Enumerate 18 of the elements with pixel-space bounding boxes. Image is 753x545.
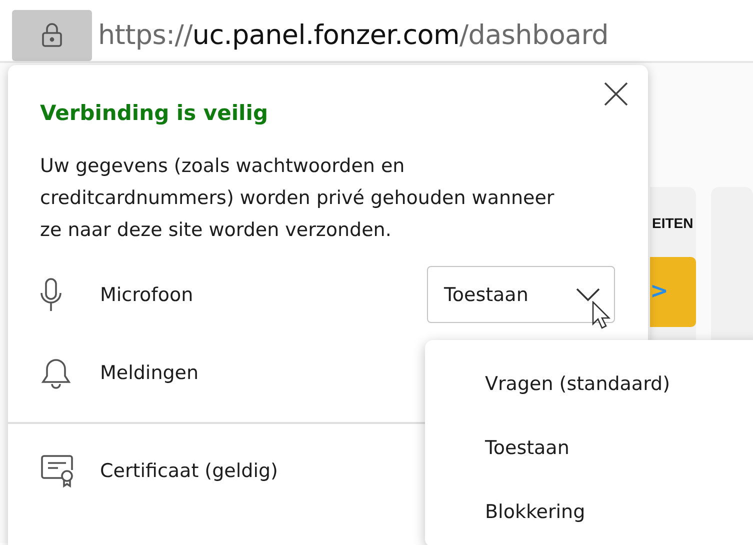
url-text[interactable]: https://uc.panel.fonzer.com/dashboard xyxy=(98,20,608,50)
microphone-icon xyxy=(40,278,62,312)
card-heading: EITEN xyxy=(652,215,694,231)
security-description: Uw gegevens (zoals wachtwoorden en creditcardnummers) worden privé gehouden wanneer ze naar deze site worden verzonden. xyxy=(40,154,556,243)
lock-icon xyxy=(41,22,63,48)
permission-dropdown[interactable]: Toestaan xyxy=(427,266,615,323)
dropdown-option[interactable]: Toestaan xyxy=(425,416,753,480)
certificate-icon xyxy=(40,454,76,488)
lock-button[interactable] xyxy=(12,10,92,60)
permission-label: Microfoon xyxy=(100,284,194,306)
permission-label: Meldingen xyxy=(100,362,199,384)
chevron-icon xyxy=(576,288,600,302)
close-icon xyxy=(603,81,629,107)
bell-icon xyxy=(40,357,72,389)
certificate-link[interactable]: Certificaat (geldig) xyxy=(100,460,278,482)
dropdown-option[interactable]: Blokkering xyxy=(425,480,753,544)
popup-title: Verbinding is veilig xyxy=(40,101,269,125)
dropdown-option[interactable]: Vragen (standaard) xyxy=(425,352,753,416)
